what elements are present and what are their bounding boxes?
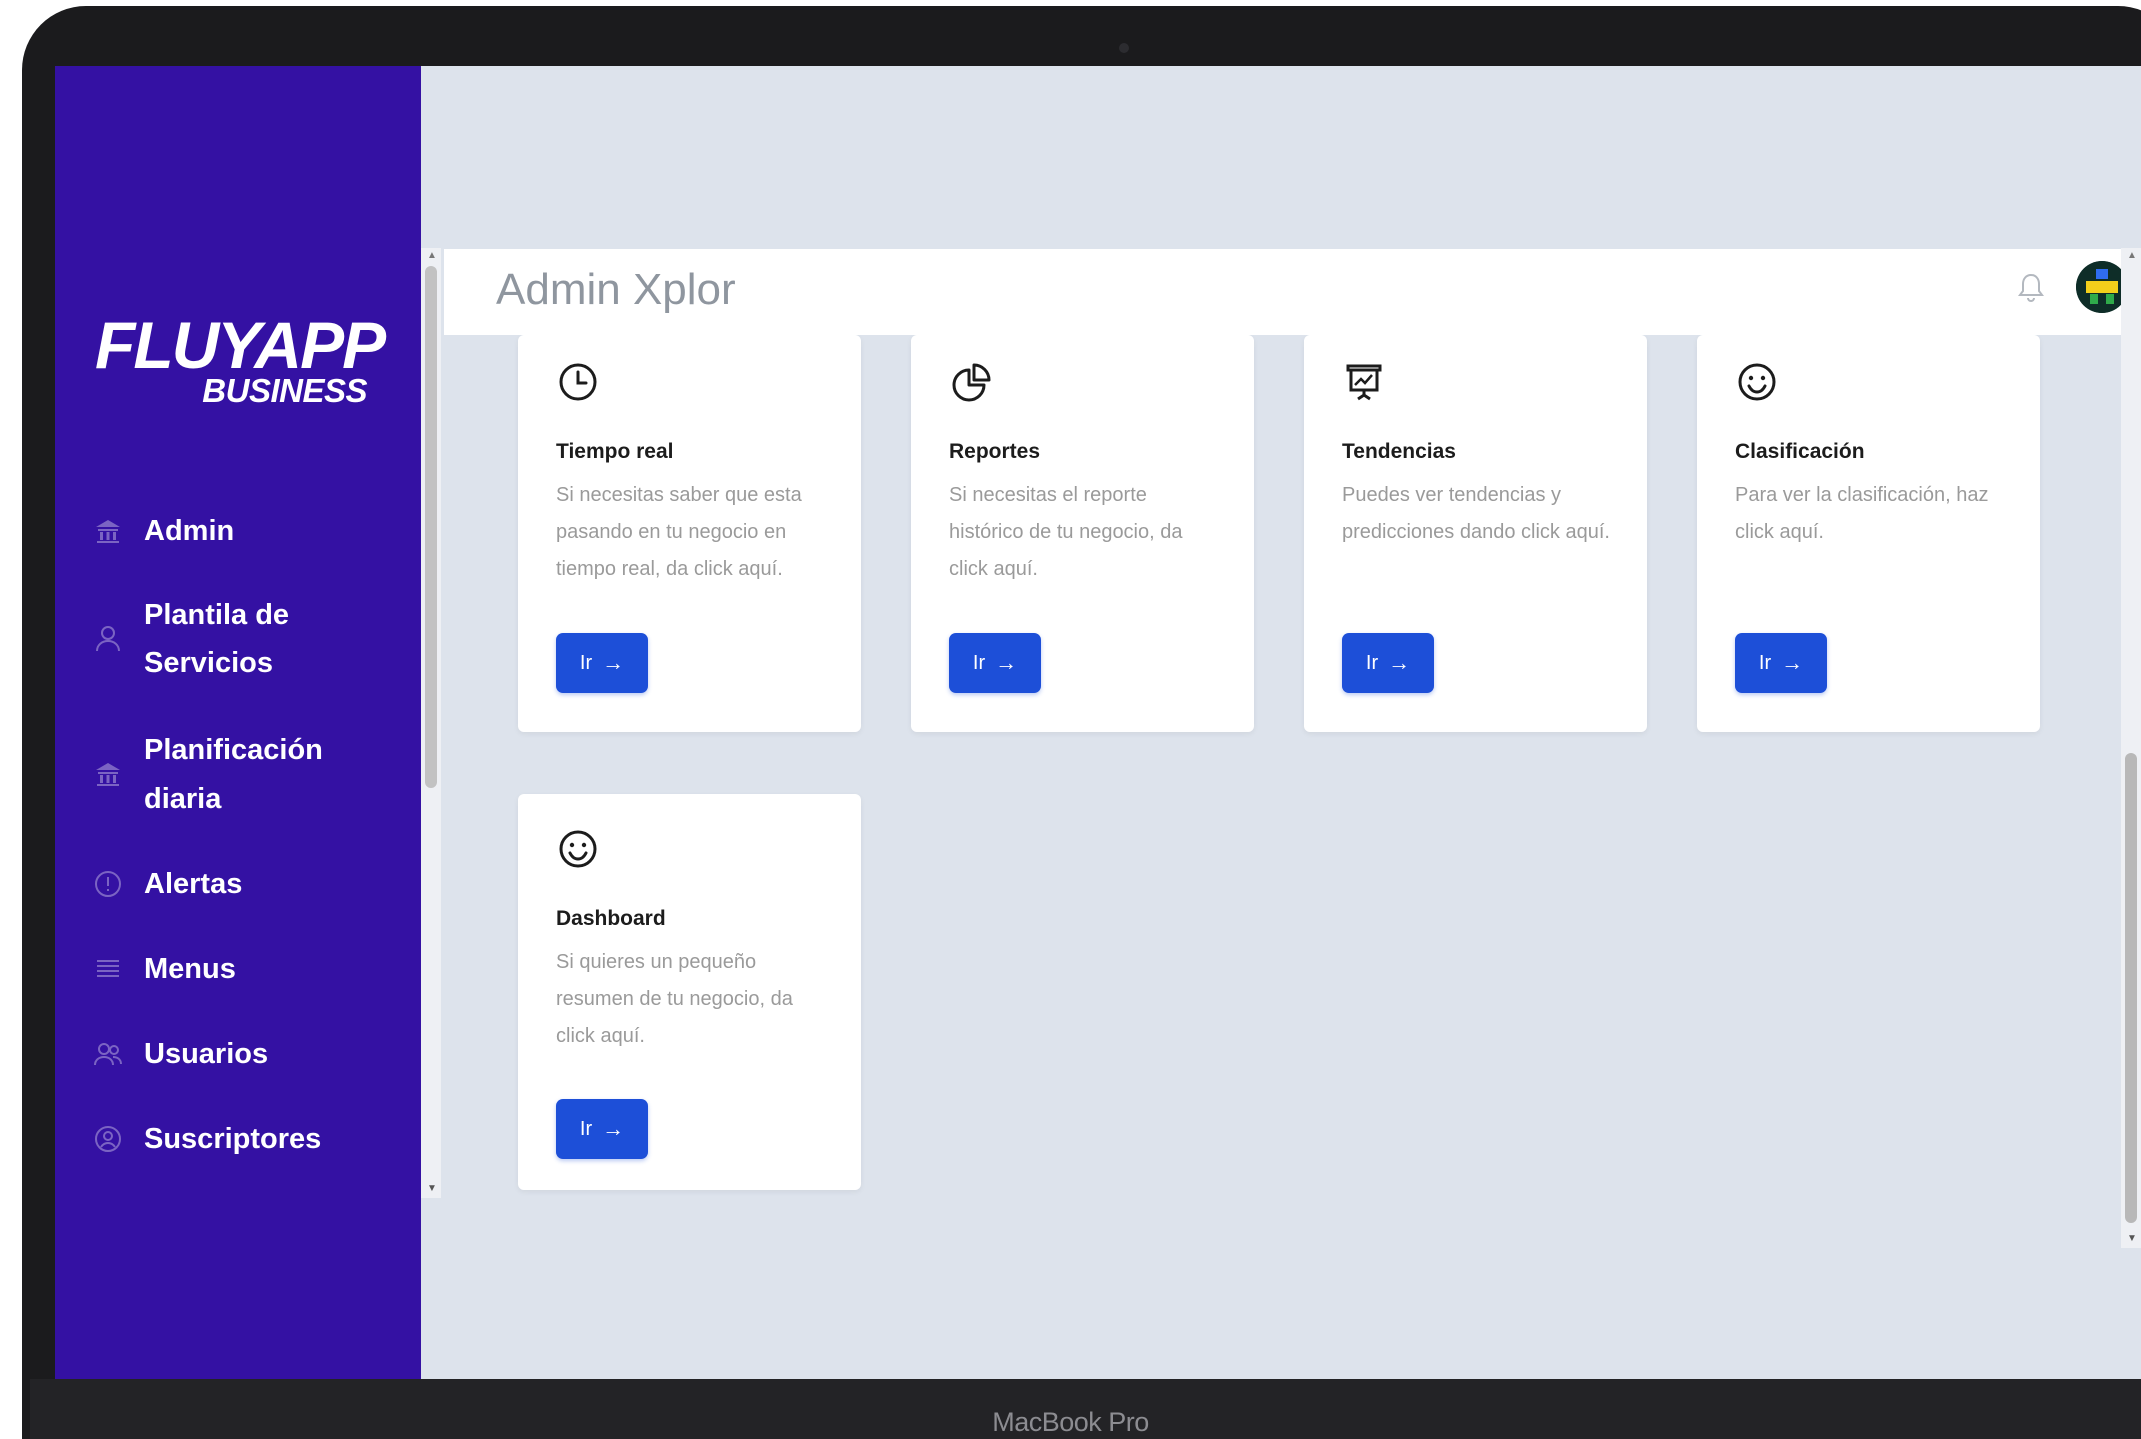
sidebar-item-label: Servicios: [144, 647, 273, 679]
user-icon: [96, 626, 120, 652]
card-description: Puedes ver tendencias y predicciones dan…: [1342, 484, 1610, 543]
scrollbar-thumb[interactable]: [425, 266, 437, 788]
button-label: Ir: [579, 651, 593, 674]
sidebar-item-label: diaria: [144, 783, 222, 815]
alert-circle-icon: [95, 871, 121, 897]
button-label: Ir: [1758, 651, 1772, 674]
arrow-right-icon: →: [1388, 650, 1411, 675]
bank-icon: [96, 520, 120, 543]
arrow-right-icon: →: [1781, 650, 1804, 675]
sidebar-item-suscriptores[interactable]: Suscriptores: [55, 1114, 421, 1164]
button-label: Ir: [1365, 651, 1379, 674]
brand-logo[interactable]: FLUYAPP BUSINESS: [95, 308, 395, 407]
card-tendencias: Tendencias Puedes ver tendencias y predi…: [1304, 335, 1647, 732]
card-description: Si necesitas saber que esta pasando en t…: [556, 484, 802, 580]
users-icon: [94, 1043, 122, 1066]
card-description: Para ver la clasificación, haz click aqu…: [1735, 484, 1989, 543]
button-label: Ir: [972, 651, 986, 674]
main-scrollbar[interactable]: ▲ ▼: [2121, 248, 2141, 1248]
sidebar-item-label: Suscriptores: [144, 1123, 322, 1155]
brand-name: FLUYAPP: [95, 308, 386, 382]
card-clasificacion: Clasificación Para ver la clasificación,…: [1697, 335, 2040, 732]
clock-icon: [559, 363, 597, 401]
card-description: Si necesitas el reporte histórico de tu …: [949, 484, 1183, 580]
card-title: Clasificación: [1735, 440, 1865, 463]
scroll-down-arrow-icon[interactable]: ▼: [427, 1183, 437, 1194]
card-tiempo-real: Tiempo real Si necesitas saber que esta …: [518, 335, 861, 732]
sidebar-item-usuarios[interactable]: Usuarios: [55, 1029, 421, 1079]
button-label: Ir: [579, 1117, 593, 1140]
bank-icon: [96, 763, 120, 786]
card-go-button[interactable]: Ir →: [556, 633, 648, 693]
arrow-right-icon: →: [602, 1116, 625, 1141]
menu-lines-icon: [97, 960, 119, 977]
card-title: Tiempo real: [556, 440, 674, 463]
sidebar-item-label: Admin: [144, 515, 235, 547]
card-go-button[interactable]: Ir →: [1735, 633, 1827, 693]
sidebar-item-label: Alertas: [144, 868, 243, 900]
scrollbar-thumb[interactable]: [2125, 753, 2137, 1223]
scroll-up-arrow-icon[interactable]: ▲: [2127, 250, 2137, 261]
sidebar-item-label: Plantila de: [144, 599, 290, 631]
scroll-down-arrow-icon[interactable]: ▼: [2127, 1233, 2137, 1244]
card-title: Reportes: [949, 440, 1041, 463]
smile-icon: [559, 830, 597, 868]
scroll-up-arrow-icon[interactable]: ▲: [427, 250, 437, 261]
sidebar-item-menus[interactable]: Menus: [55, 944, 421, 994]
screen: FLUYAPP BUSINESS Admin Plantila de Servi…: [55, 66, 2141, 1379]
card-dashboard: Dashboard Si quieres un pequeño resumen …: [518, 794, 861, 1190]
pie-chart-icon: [952, 363, 991, 402]
card-description: Si quieres un pequeño resumen de tu nego…: [556, 951, 793, 1047]
device-label: MacBook Pro: [992, 1407, 1149, 1437]
top-header: Admin Xplor: [444, 249, 2141, 335]
bell-icon[interactable]: [2016, 271, 2046, 305]
sidebar-item-plantilla-servicios[interactable]: Plantila de Servicios: [55, 589, 421, 689]
arrow-right-icon: →: [995, 650, 1018, 675]
sidebar-item-label: Planificación: [144, 734, 323, 766]
card-go-button[interactable]: Ir →: [949, 633, 1041, 693]
sidebar-item-alertas[interactable]: Alertas: [55, 859, 421, 909]
arrow-right-icon: →: [602, 650, 625, 675]
sidebar: FLUYAPP BUSINESS Admin Plantila de Servi…: [55, 66, 421, 1379]
sidebar-item-label: Usuarios: [144, 1038, 269, 1070]
camera: [1119, 43, 1129, 53]
page-title: Admin Xplor: [496, 265, 736, 314]
card-title: Tendencias: [1342, 440, 1456, 463]
sidebar-scrollbar[interactable]: ▲ ▼: [421, 248, 441, 1198]
card-go-button[interactable]: Ir →: [556, 1099, 648, 1159]
user-circle-icon: [95, 1126, 121, 1152]
smile-icon: [1738, 363, 1776, 401]
card-go-button[interactable]: Ir →: [1342, 633, 1434, 693]
sidebar-item-label: Menus: [144, 953, 236, 985]
sidebar-item-planificacion-diaria[interactable]: Planificación diaria: [55, 724, 421, 824]
card-title: Dashboard: [556, 907, 666, 930]
sidebar-item-admin[interactable]: Admin: [55, 506, 421, 556]
card-reportes: Reportes Si necesitas el reporte históri…: [911, 335, 1254, 732]
presentation-chart-icon: [1346, 364, 1382, 401]
